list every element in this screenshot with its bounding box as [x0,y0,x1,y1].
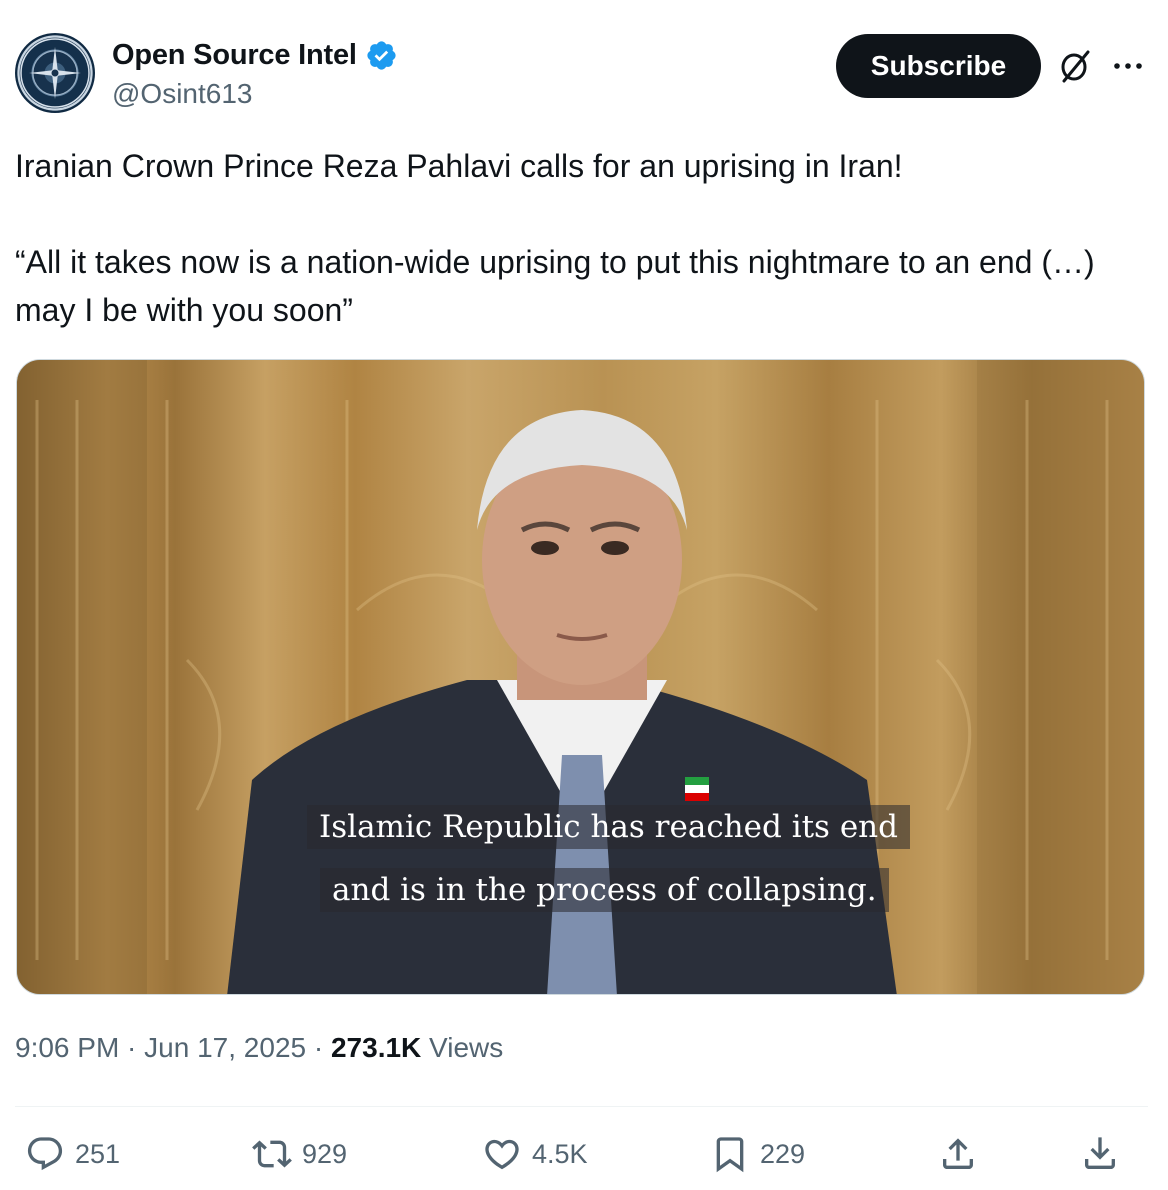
verified-badge-icon [367,40,396,70]
video-caption-line-1: Islamic Republic has reached its end [307,805,910,849]
tweet-meta: 9:06 PM · Jun 17, 2025 · 273.1K Views [15,1032,503,1064]
like-button[interactable]: 4.5K [482,1132,588,1176]
views-label: Views [421,1032,504,1063]
tweet-text-line-1: Iranian Crown Prince Reza Pahlavi calls … [15,148,903,184]
tweet-time[interactable]: 9:06 PM [15,1032,119,1063]
share-button[interactable] [938,1132,978,1176]
repost-icon [252,1140,292,1168]
tweet-text: Iranian Crown Prince Reza Pahlavi calls … [15,142,1150,334]
reply-button[interactable]: 251 [25,1132,120,1176]
repost-count: 929 [302,1138,348,1169]
bookmark-icon [716,1137,744,1173]
video-caption-line-2: and is in the process of collapsing. [320,868,889,912]
share-icon [943,1138,973,1169]
video-media[interactable]: Islamic Republic has reached its end and… [16,359,1145,995]
reply-count: 251 [75,1138,121,1169]
tweet-text-line-2: “All it takes now is a nation-wide upris… [15,244,1095,328]
avatar[interactable] [15,33,95,113]
tweet-date[interactable]: Jun 17, 2025 [144,1032,306,1063]
divider [15,1106,1148,1107]
handle[interactable]: @Osint613 [112,78,253,110]
grok-icon[interactable] [1058,48,1092,84]
download-icon [1085,1137,1115,1169]
bookmark-count: 229 [760,1138,806,1169]
more-icon[interactable] [1112,52,1144,80]
download-button[interactable] [1080,1132,1120,1176]
reply-icon [27,1137,63,1171]
display-name[interactable]: Open Source Intel [112,39,357,72]
meta-separator: · [119,1032,145,1063]
like-icon [485,1139,519,1170]
author-name-row: Open Source Intel [112,36,398,74]
meta-separator: · [306,1032,331,1063]
subscribe-button[interactable]: Subscribe [836,34,1041,98]
like-count: 4.5K [532,1138,588,1169]
repost-button[interactable]: 929 [252,1132,347,1176]
bookmark-button[interactable]: 229 [710,1132,805,1176]
views-count: 273.1K [330,1032,422,1063]
avatar-compass-icon [20,38,90,108]
